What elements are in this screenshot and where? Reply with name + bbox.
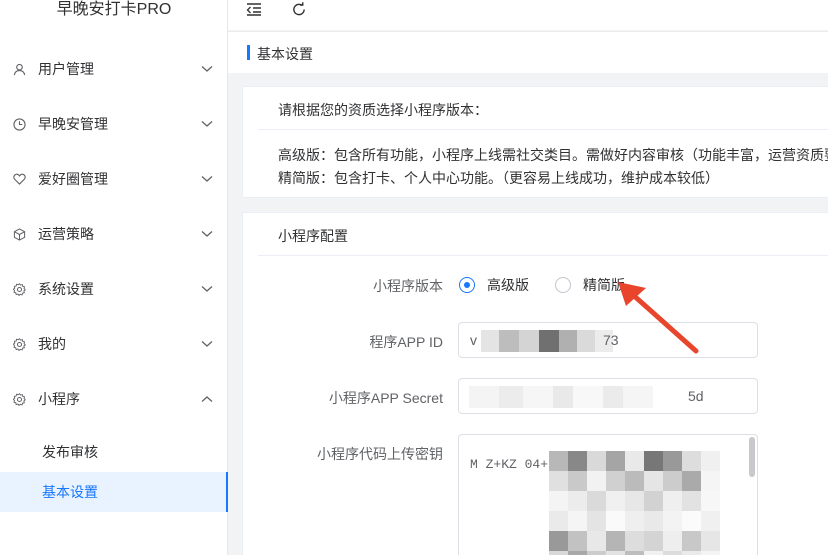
sidebar-subitem-basic-settings[interactable]: 基本设置 (0, 472, 228, 512)
sidebar-item-system-settings[interactable]: 系统设置 (0, 269, 228, 309)
redacted-mosaic (549, 451, 739, 555)
page-title: 基本设置 (257, 46, 313, 62)
advanced-version-description: 高级版：包含所有功能，小程序上线需社交类目。需做好内容审核（功能丰富，运营资质要 (278, 147, 828, 163)
radio-lite-version[interactable]: 精简版 (555, 275, 625, 295)
textarea-scrollbar[interactable] (749, 437, 755, 477)
sidebar-item-label: 小程序 (38, 391, 80, 407)
version-label: 小程序版本 (373, 278, 443, 294)
page-header: 基本设置 (228, 31, 828, 73)
radio-advanced-version[interactable]: 高级版 (459, 275, 529, 295)
config-card-title: 小程序配置 (278, 228, 348, 244)
radio-circle[interactable] (459, 277, 475, 293)
info-card-title: 请根据您的资质选择小程序版本： (278, 102, 488, 118)
sidebar-item-label: 我的 (38, 336, 66, 352)
sidebar-item-label: 爱好圈管理 (38, 171, 108, 187)
sidebar-item-mine[interactable]: 我的 (0, 324, 228, 364)
sidebar: 早晚安打卡PRO 用户管理 早晚安管理 爱好圈管理 运营策略 系统设置 我的 小… (0, 0, 228, 555)
top-bar (228, 0, 828, 30)
sidebar-subitem-label: 发布审核 (42, 444, 98, 460)
chevron-down-icon (200, 62, 214, 76)
sidebar-item-greeting-management[interactable]: 早晚安管理 (0, 104, 228, 144)
collapse-menu-icon[interactable] (245, 0, 263, 18)
appid-value-end: 73 (603, 332, 619, 348)
sidebar-item-operation-strategy[interactable]: 运营策略 (0, 214, 228, 254)
sidebar-subitem-label: 基本设置 (42, 484, 98, 500)
app-secret-label: 小程序APP Secret (328, 390, 443, 406)
gear-icon (12, 282, 26, 296)
version-info-card: 请根据您的资质选择小程序版本： 高级版：包含所有功能，小程序上线需社交类目。需做… (242, 86, 828, 198)
chevron-down-icon (200, 282, 214, 296)
sidebar-item-hobby-circle[interactable]: 爱好圈管理 (0, 159, 228, 199)
app-secret-input[interactable]: 5d (458, 378, 758, 414)
chevron-down-icon (200, 172, 214, 186)
divider (258, 129, 828, 130)
redacted-mosaic (481, 330, 613, 352)
mini-program-config-card: 小程序配置 小程序版本 高级版 精简版 程序APP ID v 73 小程序APP… (242, 212, 828, 555)
chevron-down-icon (200, 117, 214, 131)
title-accent-bar (247, 45, 250, 60)
upload-key-textarea[interactable]: M Z+KZ 04+tUr587 d 5 w cev (458, 434, 758, 555)
heart-icon (12, 172, 26, 186)
sidebar-item-label: 系统设置 (38, 281, 94, 297)
radio-circle[interactable] (555, 277, 571, 293)
active-indicator (226, 472, 228, 512)
secret-value-end: 5d (688, 388, 704, 404)
redacted-mosaic (469, 386, 653, 408)
clock-icon (12, 117, 26, 131)
gear-icon (12, 337, 26, 351)
appid-input[interactable]: v 73 (458, 322, 758, 358)
sidebar-item-user-management[interactable]: 用户管理 (0, 49, 228, 89)
app-brand: 早晚安打卡PRO (56, 1, 172, 18)
chevron-up-icon (200, 392, 214, 406)
radio-label: 精简版 (583, 277, 625, 293)
user-icon (12, 62, 26, 76)
sidebar-item-mini-program[interactable]: 小程序 (0, 379, 228, 419)
refresh-icon[interactable] (290, 0, 308, 18)
divider (258, 255, 828, 256)
sidebar-item-label: 用户管理 (38, 61, 94, 77)
gear-icon (12, 392, 26, 406)
lite-version-description: 精简版：包含打卡、个人中心功能。（更容易上线成功，维护成本较低） (278, 170, 719, 186)
sidebar-subitem-release-review[interactable]: 发布审核 (0, 432, 226, 472)
chevron-down-icon (200, 227, 214, 241)
cube-icon (12, 227, 26, 241)
appid-label: 程序APP ID (369, 334, 443, 350)
radio-label: 高级版 (487, 277, 529, 293)
chevron-down-icon (200, 337, 214, 351)
appid-value-start: v (470, 332, 477, 348)
sidebar-item-label: 运营策略 (38, 226, 94, 242)
sidebar-item-label: 早晚安管理 (38, 116, 108, 132)
upload-key-label: 小程序代码上传密钥 (317, 446, 443, 462)
